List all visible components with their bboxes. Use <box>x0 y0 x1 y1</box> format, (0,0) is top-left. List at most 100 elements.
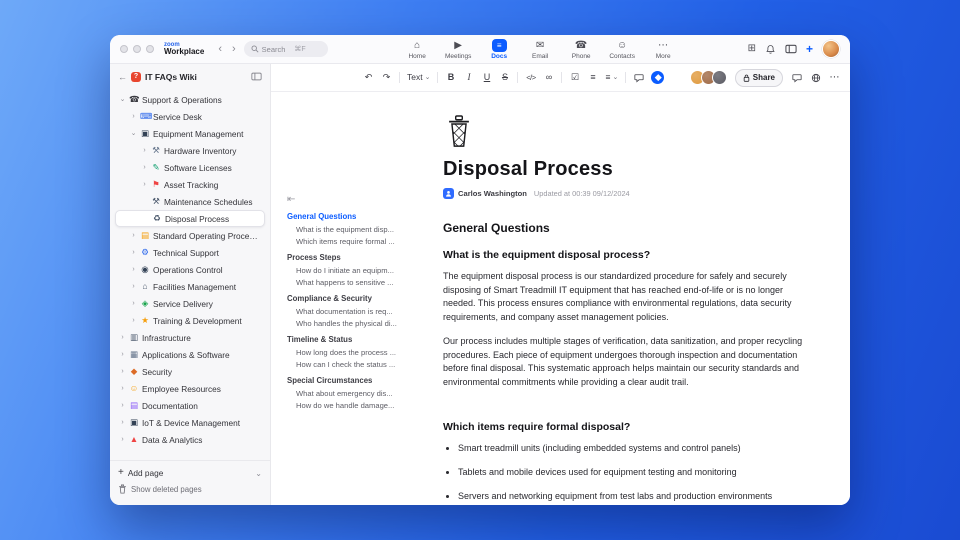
outline-item[interactable]: Which items require formal ... <box>296 237 427 246</box>
nav-item-contacts[interactable]: ☺ Contacts <box>603 37 642 62</box>
chevron-right-icon[interactable]: › <box>141 164 148 171</box>
outline-section[interactable]: Process Steps <box>287 253 427 262</box>
nav-item-email[interactable]: ✉ Email <box>521 37 560 62</box>
chevron-right-icon[interactable]: › <box>130 266 137 273</box>
ai-companion-button[interactable] <box>651 71 665 84</box>
chevron-right-icon[interactable]: › <box>130 113 137 120</box>
sidebar-item-employee-resources[interactable]: › ☺ Employee Resources <box>115 380 265 397</box>
chevron-down-icon[interactable]: ⌄ <box>255 469 262 478</box>
add-page-button[interactable]: + Add page ⌄ <box>118 465 262 481</box>
sidebar-item-maintenance-schedules[interactable]: ⚒ Maintenance Schedules <box>115 193 265 210</box>
forward-button[interactable]: › <box>230 43 238 55</box>
italic-button[interactable]: I <box>463 70 474 86</box>
code-button[interactable]: </> <box>525 70 536 86</box>
chevron-right-icon[interactable]: › <box>130 300 137 307</box>
outline-section[interactable]: General Questions <box>287 212 427 221</box>
chevron-right-icon[interactable]: › <box>119 436 126 443</box>
underline-button[interactable]: U <box>481 70 492 86</box>
chevron-down-icon[interactable]: ⌄ <box>130 130 137 137</box>
more-options-button[interactable]: ⋯ <box>829 70 840 86</box>
chevron-right-icon[interactable]: › <box>119 419 126 426</box>
search-input[interactable]: Search ⌘F <box>243 41 328 57</box>
chevron-right-icon[interactable]: › <box>119 351 126 358</box>
window-titlebar[interactable]: zoom Workplace ‹ › Search ⌘F ⌂ Home ▶ Meeti… <box>110 35 850 64</box>
text-style-dropdown[interactable]: Text ⌄ <box>407 70 430 86</box>
outline-section[interactable]: Timeline & Status <box>287 335 427 344</box>
minimize-window-button[interactable] <box>133 45 141 53</box>
sidebar-item-technical-support[interactable]: › ⚙ Technical Support <box>115 244 265 261</box>
nav-item-more[interactable]: ⋯ More <box>644 37 683 62</box>
undo-button[interactable]: ↶ <box>363 70 374 86</box>
outline-section[interactable]: Special Circumstances <box>287 376 427 385</box>
back-button[interactable]: ‹ <box>216 43 224 55</box>
align-dropdown[interactable]: ≡ ⌄ <box>605 70 618 86</box>
sidebar-item-support-operations[interactable]: ⌄ ☎ Support & Operations <box>115 91 265 108</box>
bold-button[interactable]: B <box>445 70 456 86</box>
sidebar-item-service-delivery[interactable]: › ◈ Service Delivery <box>115 295 265 312</box>
chevron-right-icon[interactable]: › <box>119 334 126 341</box>
new-item-button[interactable]: + <box>806 43 813 55</box>
outline-item[interactable]: How do I initiate an equipm... <box>296 266 427 275</box>
sidebar-item-security[interactable]: › ◆ Security <box>115 363 265 380</box>
outline-item[interactable]: What documentation is req... <box>296 307 427 316</box>
notifications-bell-icon[interactable] <box>765 44 776 55</box>
outline-item[interactable]: What about emergency dis... <box>296 389 427 398</box>
nav-item-meetings[interactable]: ▶ Meetings <box>439 37 478 62</box>
sidebar-item-applications-software[interactable]: › ▦ Applications & Software <box>115 346 265 363</box>
comment-button[interactable] <box>633 70 644 86</box>
nav-item-docs[interactable]: ≡ Docs <box>480 37 519 62</box>
side-panel-icon[interactable] <box>785 44 797 54</box>
comments-panel-button[interactable] <box>791 70 802 86</box>
collapse-sidebar-icon[interactable] <box>251 72 262 81</box>
chevron-right-icon[interactable]: › <box>130 249 137 256</box>
chevron-right-icon[interactable]: › <box>130 317 137 324</box>
outline-section[interactable]: Compliance & Security <box>287 294 427 303</box>
chevron-right-icon[interactable]: › <box>130 283 137 290</box>
chevron-right-icon[interactable]: › <box>130 232 137 239</box>
collapse-outline-button[interactable]: ⇤ <box>287 194 427 205</box>
outline-item[interactable]: How long does the process ... <box>296 348 427 357</box>
collaborator-avatar[interactable] <box>711 70 727 85</box>
outline-item[interactable]: Who handles the physical di... <box>296 319 427 328</box>
sidebar-item-training-development[interactable]: › ★ Training & Development <box>115 312 265 329</box>
chevron-right-icon[interactable]: › <box>119 385 126 392</box>
apps-grid-icon[interactable]: ⊞ <box>748 44 756 54</box>
sidebar-item-data-analytics[interactable]: › ▲ Data & Analytics <box>115 431 265 448</box>
sidebar-item-facilities-management[interactable]: › ⌂ Facilities Management <box>115 278 265 295</box>
share-button[interactable]: Share <box>734 68 783 87</box>
sidebar-item-service-desk[interactable]: › ⌨ Service Desk <box>115 108 265 125</box>
sidebar-item-operations-control[interactable]: › ◉ Operations Control <box>115 261 265 278</box>
nav-item-home[interactable]: ⌂ Home <box>398 37 437 62</box>
outline-item[interactable]: What happens to sensitive ... <box>296 278 427 287</box>
close-window-button[interactable] <box>120 45 128 53</box>
strikethrough-button[interactable]: S <box>499 70 510 86</box>
bullet-list-button[interactable]: ≡ <box>587 70 598 86</box>
chevron-right-icon[interactable]: › <box>141 181 148 188</box>
document-content[interactable]: Disposal Process Carlos Washington Updat… <box>431 92 850 505</box>
sidebar-item-disposal-process[interactable]: ♻ Disposal Process <box>115 210 265 227</box>
zoom-window-button[interactable] <box>146 45 154 53</box>
sidebar-item-infrastructure[interactable]: › ▥ Infrastructure <box>115 329 265 346</box>
redo-button[interactable]: ↷ <box>381 70 392 86</box>
sidebar-item-hardware-inventory[interactable]: › ⚒ Hardware Inventory <box>115 142 265 159</box>
sidebar-item-standard-operating-procedures[interactable]: › ▤ Standard Operating Procedures <box>115 227 265 244</box>
outline-item[interactable]: How can I check the status ... <box>296 360 427 369</box>
link-button[interactable]: ∞ <box>543 70 554 86</box>
sidebar-back-icon[interactable]: ← <box>118 72 127 82</box>
sidebar-item-software-licenses[interactable]: › ✎ Software Licenses <box>115 159 265 176</box>
nav-item-phone[interactable]: ☎ Phone <box>562 37 601 62</box>
chevron-right-icon[interactable]: › <box>119 368 126 375</box>
user-avatar[interactable] <box>822 40 840 58</box>
show-deleted-button[interactable]: Show deleted pages <box>118 481 262 497</box>
chevron-right-icon[interactable]: › <box>141 147 148 154</box>
sidebar-item-asset-tracking[interactable]: › ⚑ Asset Tracking <box>115 176 265 193</box>
chevron-down-icon[interactable]: ⌄ <box>119 96 126 103</box>
checklist-button[interactable]: ☑ <box>569 70 580 86</box>
sidebar-item-equipment-management[interactable]: ⌄ ▣ Equipment Management <box>115 125 265 142</box>
outline-item[interactable]: How do we handle damage... <box>296 401 427 410</box>
chevron-right-icon[interactable]: › <box>119 402 126 409</box>
sidebar-item-iot-device-management[interactable]: › ▣ IoT & Device Management <box>115 414 265 431</box>
outline-item[interactable]: What is the equipment disp... <box>296 225 427 234</box>
sidebar-item-documentation[interactable]: › ▤ Documentation <box>115 397 265 414</box>
publish-globe-button[interactable] <box>810 70 821 86</box>
